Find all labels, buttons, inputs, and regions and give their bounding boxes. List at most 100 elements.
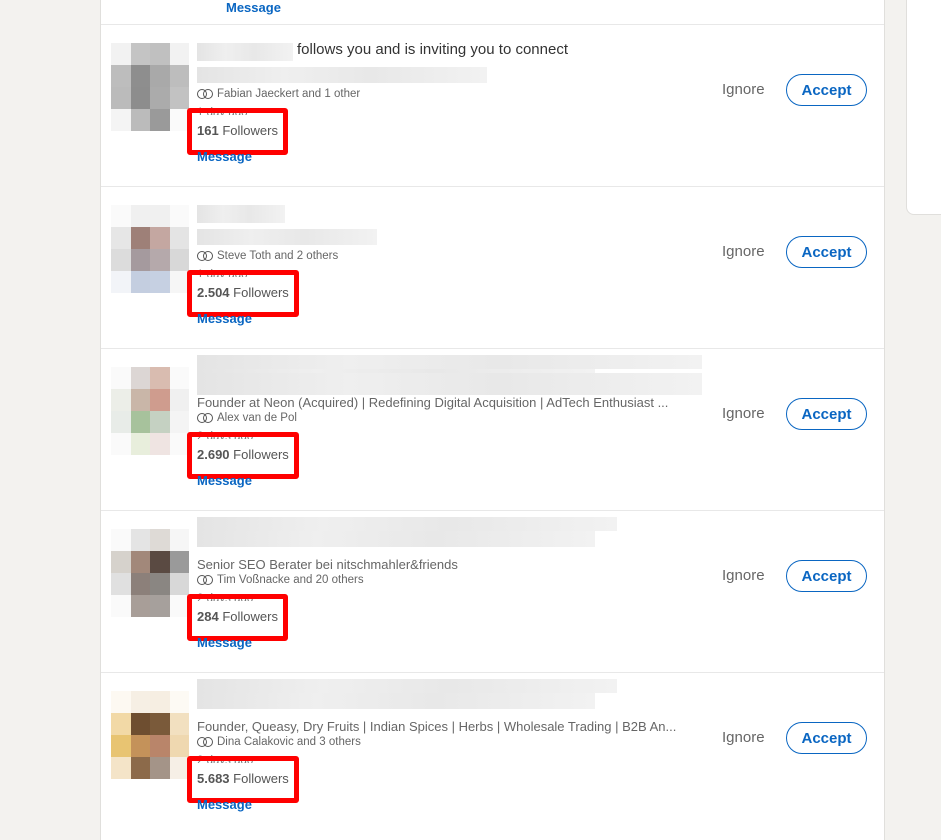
avatar-pixel — [150, 691, 170, 713]
ignore-button[interactable]: Ignore — [722, 81, 765, 98]
message-button[interactable]: Message — [197, 149, 252, 164]
avatar-pixel — [111, 529, 131, 551]
avatar-pixel — [111, 735, 131, 757]
headline-blurred — [197, 229, 377, 245]
message-link[interactable]: Message — [226, 0, 281, 15]
avatar-pixel — [130, 735, 150, 757]
headline: Founder at Neon (Acquired) | Redefining … — [197, 395, 669, 410]
avatar-pixel — [130, 713, 150, 735]
avatar-pixel — [150, 529, 170, 551]
avatar-pixel — [111, 713, 131, 735]
avatar-pixel — [150, 595, 170, 617]
name-blurred[interactable] — [197, 43, 293, 61]
mutual-connections[interactable]: Tim Voßnacke and 20 others — [197, 574, 364, 586]
mutual-connections-icon — [197, 89, 213, 99]
mutual-connections-icon — [197, 251, 213, 261]
avatar-pixel — [130, 433, 150, 455]
avatar-pixel — [130, 65, 150, 87]
headline-blurred — [197, 67, 487, 83]
avatar-pixel — [111, 227, 131, 249]
accept-button[interactable]: Accept — [786, 722, 867, 754]
headline-blurred — [197, 373, 702, 395]
avatar-pixel — [111, 205, 131, 227]
name-blurred[interactable] — [197, 205, 285, 223]
avatar[interactable] — [111, 367, 189, 455]
message-button[interactable]: Message — [197, 473, 252, 488]
highlight-box — [187, 108, 288, 155]
avatar-pixel — [150, 757, 170, 779]
name-blurred[interactable] — [197, 529, 595, 547]
accept-button[interactable]: Accept — [786, 236, 867, 268]
avatar-pixel — [130, 757, 150, 779]
mutual-connections[interactable]: Fabian Jaeckert and 1 other — [197, 88, 360, 100]
avatar-pixel — [150, 109, 170, 131]
accept-button[interactable]: Accept — [786, 560, 867, 592]
avatar-pixel — [111, 691, 131, 713]
avatar-pixel — [169, 411, 189, 433]
accept-button[interactable]: Accept — [786, 74, 867, 106]
mutual-connections[interactable]: Dina Calakovic and 3 others — [197, 736, 361, 748]
ignore-button[interactable]: Ignore — [722, 243, 765, 260]
mutual-connections-icon — [197, 575, 213, 585]
mutual-connections[interactable]: Steve Toth and 2 others — [197, 250, 338, 262]
avatar-pixel — [130, 411, 150, 433]
avatar-pixel — [169, 43, 189, 65]
avatar-pixel — [130, 551, 150, 573]
headline-blurred — [197, 355, 702, 369]
avatar[interactable] — [111, 205, 189, 293]
mutual-connections-text: Tim Voßnacke and 20 others — [217, 574, 364, 586]
invitation-row: follows you and is inviting you to conne… — [101, 24, 884, 187]
avatar-pixel — [150, 367, 170, 389]
avatar-pixel — [150, 249, 170, 271]
message-button[interactable]: Message — [197, 311, 252, 326]
highlight-box — [187, 756, 299, 803]
avatar-pixel — [150, 205, 170, 227]
name-blurred[interactable] — [197, 691, 595, 709]
avatar-pixel — [130, 227, 150, 249]
avatar-pixel — [130, 573, 150, 595]
mutual-connections-text: Alex van de Pol — [217, 412, 297, 424]
avatar-pixel — [169, 227, 189, 249]
invitation-row: Founder at Neon (Acquired) | Redefining … — [101, 348, 884, 511]
avatar-pixel — [111, 411, 131, 433]
avatar-pixel — [169, 249, 189, 271]
mutual-connections-icon — [197, 737, 213, 747]
avatar-pixel — [130, 109, 150, 131]
avatar[interactable] — [111, 529, 189, 617]
accept-button[interactable]: Accept — [786, 398, 867, 430]
ignore-button[interactable]: Ignore — [722, 567, 765, 584]
headline: Senior SEO Berater bei nitschmahler&frie… — [197, 557, 458, 572]
avatar-pixel — [169, 735, 189, 757]
invitations-card: Message follows you and is inviting you … — [100, 0, 885, 840]
avatar-pixel — [111, 109, 131, 131]
avatar-pixel — [150, 87, 170, 109]
avatar-pixel — [111, 249, 131, 271]
message-button[interactable]: Message — [197, 635, 252, 650]
avatar-pixel — [150, 389, 170, 411]
avatar-pixel — [150, 433, 170, 455]
avatar-pixel — [130, 87, 150, 109]
avatar-pixel — [111, 757, 131, 779]
avatar-pixel — [111, 43, 131, 65]
mutual-connections[interactable]: Alex van de Pol — [197, 412, 297, 424]
avatar[interactable] — [111, 43, 189, 131]
avatar-pixel — [130, 271, 150, 293]
ignore-button[interactable]: Ignore — [722, 405, 765, 422]
avatar-pixel — [150, 735, 170, 757]
sidebar-card — [906, 0, 941, 215]
avatar[interactable] — [111, 691, 189, 779]
avatar-pixel — [169, 87, 189, 109]
headline-blurred — [197, 517, 617, 531]
avatar-pixel — [150, 65, 170, 87]
avatar-pixel — [111, 271, 131, 293]
mutual-connections-text: Fabian Jaeckert and 1 other — [217, 88, 361, 100]
avatar-pixel — [169, 713, 189, 735]
avatar-pixel — [111, 573, 131, 595]
ignore-button[interactable]: Ignore — [722, 729, 765, 746]
avatar-pixel — [150, 713, 170, 735]
avatar-pixel — [169, 65, 189, 87]
avatar-pixel — [169, 551, 189, 573]
invitation-row: Steve Toth and 2 others 1 day ago 2.504 … — [101, 186, 884, 349]
message-button[interactable]: Message — [197, 797, 252, 812]
avatar-pixel — [150, 411, 170, 433]
